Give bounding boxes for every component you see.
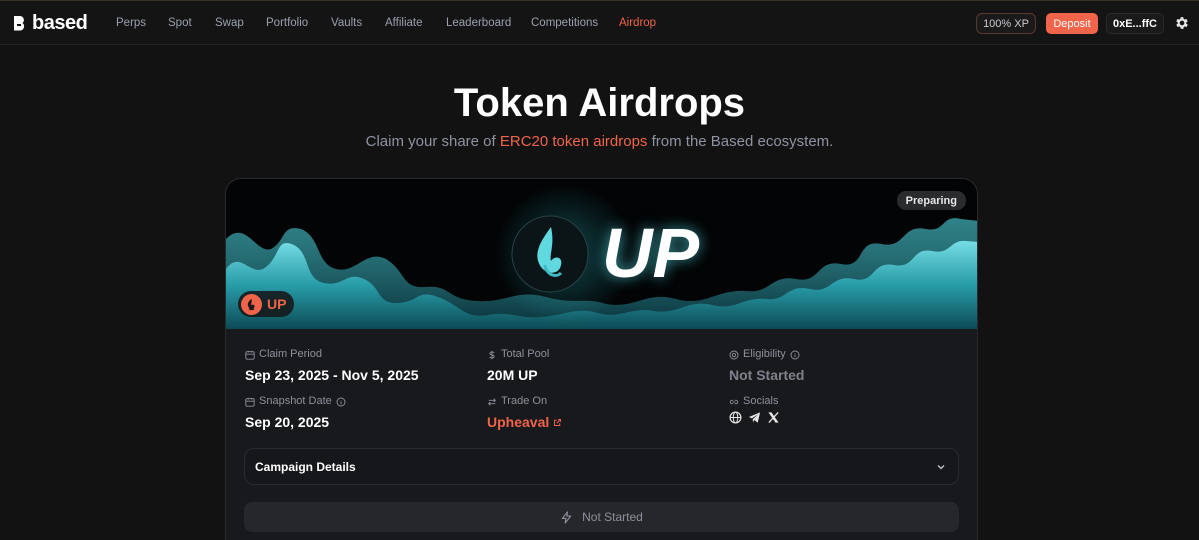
- calendar-icon: [245, 397, 255, 407]
- campaign-banner: UP Preparing UP: [226, 179, 977, 329]
- trade-on-label: Trade On: [501, 395, 548, 407]
- trade-on-link[interactable]: Upheaval: [487, 414, 562, 431]
- info-icon[interactable]: [336, 397, 346, 407]
- socials-field: Socials: [729, 395, 780, 424]
- x-icon[interactable]: [767, 411, 780, 424]
- top-nav: based Perps Spot Swap Portfolio Vaults A…: [0, 1, 1199, 45]
- trade-on-value: Upheaval: [487, 414, 550, 430]
- snapshot-label: Snapshot Date: [259, 395, 332, 407]
- target-icon: [729, 350, 739, 359]
- subtitle-suffix: from the Based ecosystem.: [647, 133, 834, 150]
- brand-name: based: [32, 12, 88, 34]
- brand-logo[interactable]: based: [12, 12, 88, 34]
- token-chip: UP: [238, 291, 295, 317]
- telegram-icon[interactable]: [748, 411, 761, 424]
- social-links: [729, 411, 780, 424]
- nav-item-swap[interactable]: Swap: [215, 17, 244, 30]
- globe-icon[interactable]: [729, 411, 742, 424]
- nav-item-portfolio[interactable]: Portfolio: [266, 17, 308, 30]
- status-badge: Preparing: [896, 191, 966, 210]
- eligibility-field: Eligibility Not Started: [729, 348, 804, 384]
- nav-item-leaderboard[interactable]: Leaderboard: [446, 17, 511, 30]
- total-pool-label: Total Pool: [501, 348, 550, 360]
- claim-period-label: Claim Period: [259, 348, 322, 360]
- xp-button[interactable]: 100% XP: [976, 13, 1036, 34]
- total-pool-label-row: Total Pool: [487, 348, 549, 361]
- nav-item-spot[interactable]: Spot: [168, 17, 192, 30]
- deposit-button[interactable]: Deposit: [1046, 13, 1098, 34]
- total-pool-value: 20M UP: [487, 367, 538, 383]
- swap-arrows-icon: [488, 397, 496, 406]
- eligibility-value: Not Started: [729, 367, 805, 383]
- airdrop-campaign-card: UP Preparing UP Claim Period Sep 23, 202…: [225, 178, 978, 540]
- campaign-details-accordion[interactable]: Campaign Details: [244, 448, 959, 485]
- token-symbol: UP: [267, 296, 287, 312]
- page-subtitle: Claim your share of ERC20 token airdrops…: [0, 133, 1199, 151]
- external-link-icon: [554, 419, 562, 426]
- snapshot-date-field: Snapshot Date Sep 20, 2025: [245, 395, 346, 431]
- gear-icon[interactable]: [1174, 15, 1190, 31]
- chevron-down-icon: [937, 464, 945, 469]
- claim-action-button[interactable]: Not Started: [244, 502, 959, 532]
- page-title: Token Airdrops: [453, 81, 746, 125]
- lightning-icon: [561, 510, 572, 524]
- total-pool-field: Total Pool 20M UP: [487, 348, 549, 384]
- snapshot-value: Sep 20, 2025: [245, 414, 330, 430]
- eligibility-label: Eligibility: [743, 348, 786, 360]
- link-chain-icon: [729, 399, 739, 404]
- nav-item-competitions[interactable]: Competitions: [531, 17, 598, 30]
- subtitle-prefix: Claim your share of: [365, 133, 500, 150]
- info-icon[interactable]: [790, 350, 800, 360]
- up-token-logo-icon: [511, 215, 589, 293]
- nav-item-affiliate[interactable]: Affiliate: [385, 17, 423, 30]
- eligibility-label-row: Eligibility: [729, 348, 804, 361]
- claim-action-label: Not Started: [582, 510, 643, 524]
- socials-label-row: Socials: [729, 395, 780, 408]
- trade-on-field: Trade On Upheaval: [487, 395, 562, 431]
- socials-label: Socials: [743, 395, 779, 407]
- wallet-button[interactable]: 0xE...ffC: [1106, 13, 1164, 34]
- claim-period-label-row: Claim Period: [245, 348, 419, 361]
- nav-item-airdrop[interactable]: Airdrop: [619, 17, 656, 30]
- calendar-icon: [245, 350, 255, 360]
- nav-item-vaults[interactable]: Vaults: [331, 17, 362, 30]
- nav-item-perps[interactable]: Perps: [116, 17, 146, 30]
- subtitle-highlight: ERC20 token airdrops: [499, 133, 648, 150]
- up-token-icon: [241, 293, 262, 315]
- campaign-details-label: Campaign Details: [255, 459, 356, 474]
- claim-period-value: Sep 23, 2025 - Nov 5, 2025: [245, 367, 419, 383]
- claim-period-field: Claim Period Sep 23, 2025 - Nov 5, 2025: [245, 348, 419, 384]
- dollar-icon: [489, 350, 495, 359]
- snapshot-label-row: Snapshot Date: [245, 395, 346, 408]
- trade-on-label-row: Trade On: [487, 395, 562, 408]
- banner-token-text: UP: [602, 214, 700, 292]
- based-logo-icon: [14, 16, 25, 31]
